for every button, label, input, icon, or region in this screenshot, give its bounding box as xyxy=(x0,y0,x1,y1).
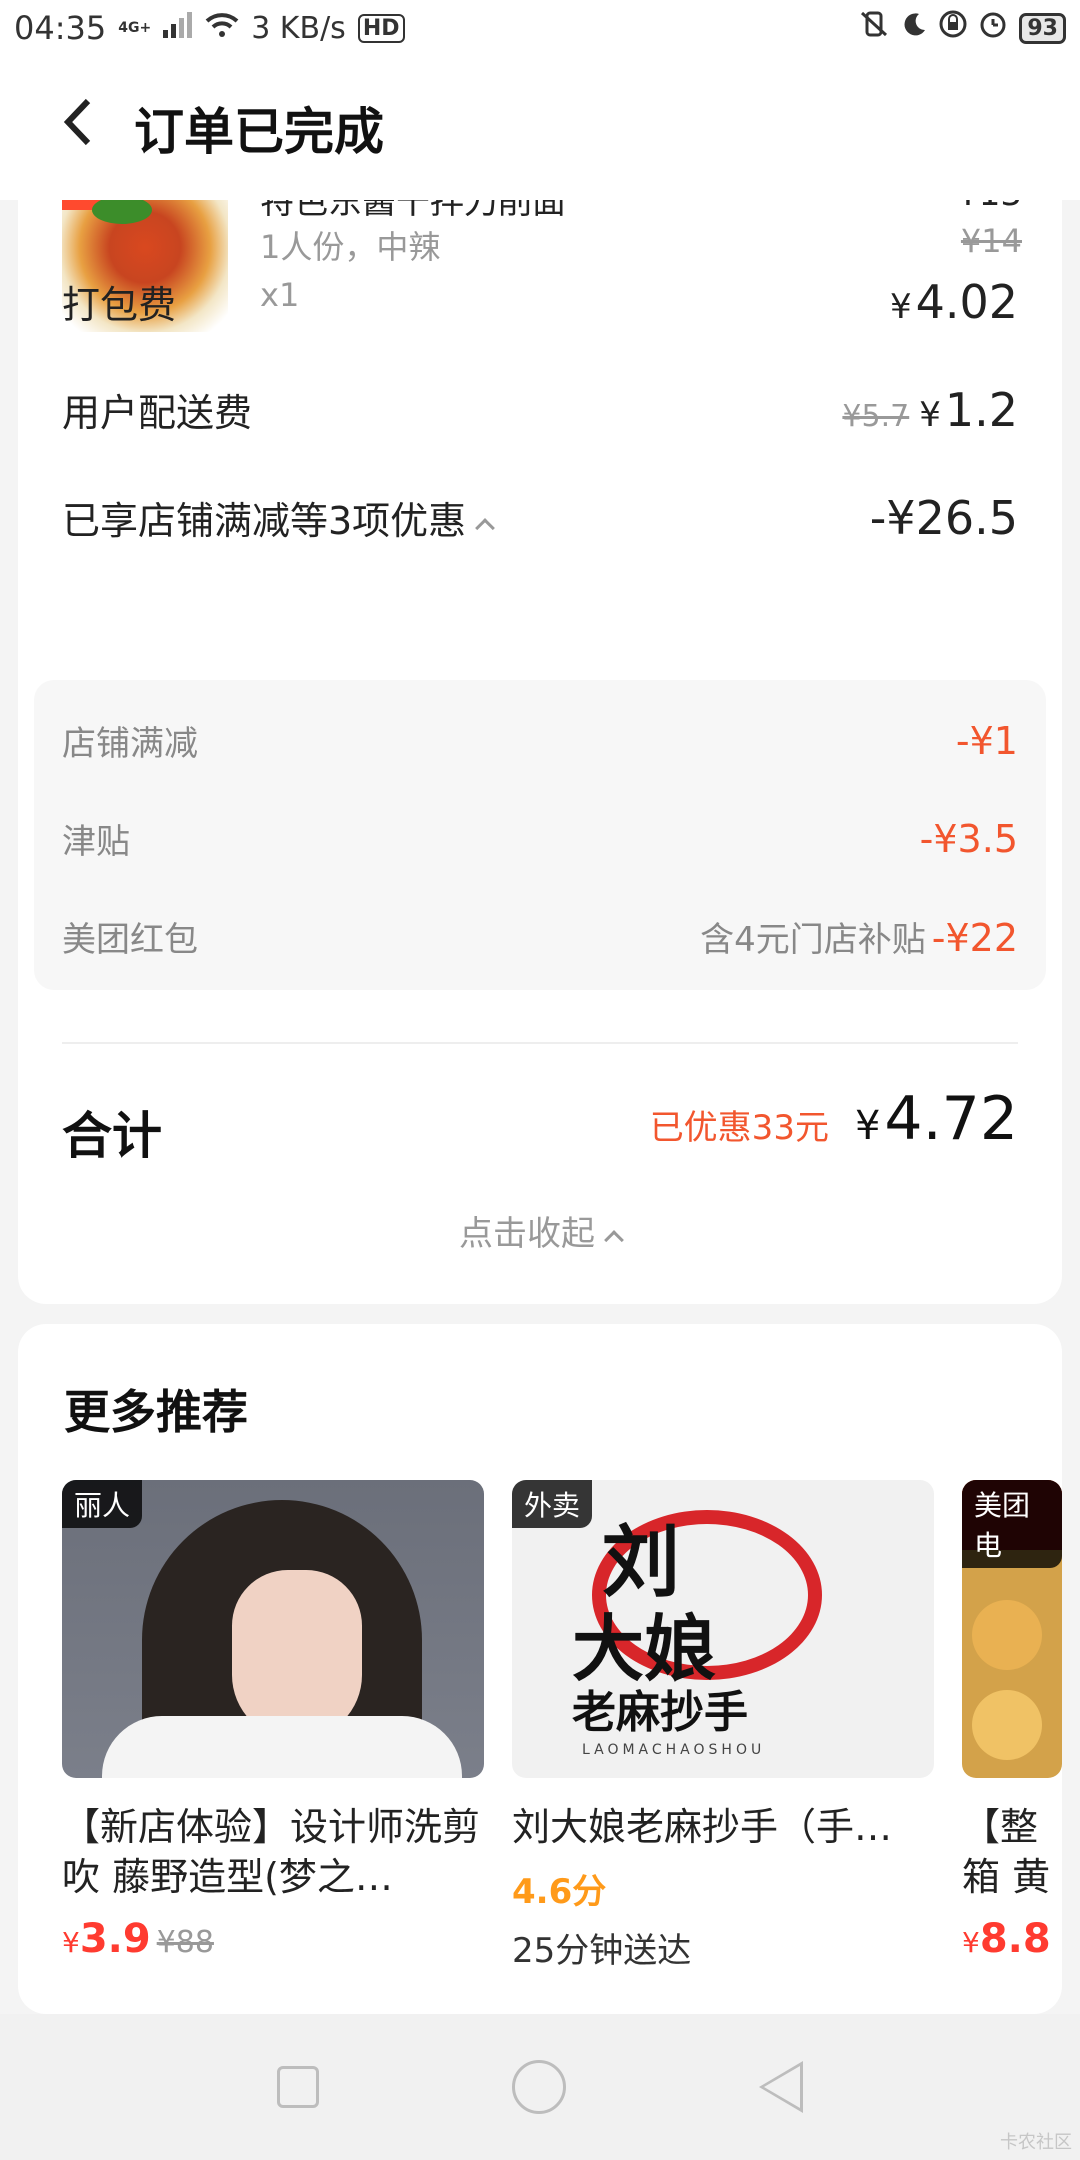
packing-fee-label: 打包费 xyxy=(62,283,177,327)
recommend-item[interactable]: 刘 大娘 老麻抄手 LAOMACHAOSHOU 外卖 刘大娘老麻抄手（手… 4.… xyxy=(512,1480,934,1972)
wifi-icon xyxy=(205,11,239,46)
total-amount: ¥4.72 xyxy=(855,1084,1018,1154)
image-pastry-shape xyxy=(972,1690,1042,1760)
system-nav-bar xyxy=(0,2014,1080,2160)
discount-value: -¥22 xyxy=(931,916,1018,960)
battery-icon: 93 xyxy=(1019,12,1066,44)
image-shirt-shape xyxy=(102,1716,462,1778)
yen-symbol: ¥ xyxy=(62,1926,80,1959)
watermark: 卡农社区 xyxy=(1000,2132,1072,2153)
product-price: ¥13 xyxy=(957,200,1022,214)
total-label: 合计 xyxy=(62,1107,162,1165)
recommend-item-price: ¥ 8.8 xyxy=(962,1916,1062,1962)
delivery-fee-label: 用户配送费 xyxy=(62,391,253,435)
total-number: 4.72 xyxy=(884,1084,1018,1154)
signal-icon xyxy=(163,11,193,46)
recommend-item-image: 丽人 xyxy=(62,1480,484,1778)
discount-label: 店铺满减 xyxy=(62,724,198,764)
back-nav-button[interactable] xyxy=(759,2061,804,2113)
original-price: ¥88 xyxy=(156,1925,214,1960)
status-time: 04:35 xyxy=(14,9,107,47)
product-spec: 1人份，中辣 xyxy=(260,228,441,266)
chevron-left-icon xyxy=(63,98,91,145)
category-tag: 美团电 xyxy=(962,1480,1062,1568)
image-pastry-shape xyxy=(972,1600,1042,1670)
category-tag: 外卖 xyxy=(512,1480,593,1528)
recommend-item[interactable]: 丽人 【新店体验】设计师洗剪吹 藤野造型(梦之… ¥ 3.9 ¥88 xyxy=(62,1480,484,1962)
product-name: 特色东酱干拌刀削面 xyxy=(260,200,566,222)
discount-detail-panel: 店铺满减 -¥1 津贴 -¥3.5 美团红包 含4元门店补贴 -¥22 xyxy=(34,680,1046,990)
delivery-fee-value: ¥5.7 ¥1.2 xyxy=(842,383,1018,437)
image-face-shape xyxy=(232,1570,362,1740)
status-bar: 04:35 4G+ 3 KB/s HD 93 xyxy=(0,0,1080,56)
packing-fee-amount: 4.02 xyxy=(915,274,1018,329)
vibrate-off-icon xyxy=(859,10,889,46)
yen-symbol: ¥ xyxy=(889,286,912,327)
status-right: 93 xyxy=(859,10,1066,46)
rating: 4.6分 xyxy=(512,1872,607,1912)
total-value-group: 已优惠33元 ¥4.72 xyxy=(650,1084,1018,1154)
alarm-icon xyxy=(979,10,1007,46)
delivery-fee-amount: 1.2 xyxy=(944,382,1018,437)
collapse-button[interactable]: 点击收起 xyxy=(18,1206,1062,1255)
recommend-item-name: 【新店体验】设计师洗剪吹 藤野造型(梦之… xyxy=(62,1805,481,1899)
discount-row: 店铺满减 -¥1 xyxy=(62,716,1018,765)
recommend-item-image: 美团电 xyxy=(962,1480,1062,1778)
price-value: 8.8 xyxy=(979,1916,1051,1962)
yen-symbol: ¥ xyxy=(854,1103,881,1149)
home-button[interactable] xyxy=(511,2060,566,2114)
collapse-label: 点击收起 xyxy=(459,1214,595,1254)
yen-symbol: ¥ xyxy=(962,1926,980,1959)
page-title: 订单已完成 xyxy=(134,103,384,161)
recommend-item-name: 刘大娘老麻抄手（手… xyxy=(512,1805,893,1849)
packing-fee-value: ¥4.02 xyxy=(890,275,1018,329)
order-detail-card: 特色东酱干拌刀削面 1人份，中辣 x1 ¥13 ¥14 打包费 ¥4.02 用户… xyxy=(18,200,1062,1304)
discount-row: 津贴 -¥3.5 xyxy=(62,814,1018,863)
divider xyxy=(62,1042,1018,1044)
chevron-up-icon xyxy=(604,1229,624,1250)
recommend-item-image: 刘 大娘 老麻抄手 LAOMACHAOSHOU 外卖 xyxy=(512,1480,934,1778)
discount-label: 美团红包 xyxy=(62,920,198,960)
discount-summary-row[interactable]: 已享店铺满减等3项优惠 -¥26.5 xyxy=(62,490,1018,545)
recommend-item-price: ¥ 3.9 ¥88 xyxy=(62,1916,484,1962)
discount-row: 美团红包 含4元门店补贴 -¥22 xyxy=(62,912,1018,961)
category-tag: 丽人 xyxy=(62,1480,143,1528)
recommend-title: 更多推荐 xyxy=(64,1385,248,1439)
yen-symbol: ¥ xyxy=(919,394,941,435)
discount-value: -¥3.5 xyxy=(919,816,1018,861)
delivery-fee-row: 用户配送费 ¥5.7 ¥1.2 xyxy=(62,382,1018,437)
recommend-item-name: 【整箱 黄酥更 xyxy=(962,1805,1051,1899)
status-left: 04:35 4G+ 3 KB/s HD xyxy=(14,9,405,47)
delivery-time: 25分钟送达 xyxy=(512,1931,692,1971)
discount-note: 含4元门店补贴 xyxy=(700,920,926,960)
back-button[interactable] xyxy=(60,96,100,161)
moon-icon xyxy=(901,11,927,46)
delivery-fee-original: ¥5.7 xyxy=(842,398,910,434)
logo-subtitle: 老麻抄手 xyxy=(572,1687,748,1738)
price-value: 3.9 xyxy=(79,1916,151,1962)
discount-summary-text: 已享店铺满减等3项优惠 xyxy=(62,499,467,543)
hd-icon: HD xyxy=(357,13,405,43)
discount-value: -¥1 xyxy=(955,718,1018,763)
discount-value-group: 含4元门店补贴 -¥22 xyxy=(700,912,1018,961)
chevron-up-icon xyxy=(475,517,496,538)
recent-apps-button[interactable] xyxy=(276,2066,319,2108)
saved-amount: 已优惠33元 xyxy=(649,1108,829,1148)
network-type: 4G+ xyxy=(118,20,152,36)
garnish-decoration xyxy=(92,200,152,224)
logo-pinyin: LAOMACHAOSHOU xyxy=(582,1742,766,1758)
discount-summary-label: 已享店铺满减等3项优惠 xyxy=(62,490,496,545)
recommend-item[interactable]: 美团电 【整箱 黄酥更 ¥ 8.8 xyxy=(962,1480,1062,1962)
recommend-section: 更多推荐 丽人 【新店体验】设计师洗剪吹 藤野造型(梦之… ¥ 3.9 ¥88 … xyxy=(18,1324,1062,2014)
product-original-price: ¥14 xyxy=(960,222,1022,260)
discount-summary-value: -¥26.5 xyxy=(869,490,1018,545)
network-speed: 3 KB/s xyxy=(251,10,346,46)
lock-rotation-icon xyxy=(939,10,967,46)
packing-fee-row: 打包费 ¥4.02 xyxy=(62,274,1018,329)
discount-label: 津贴 xyxy=(62,822,130,862)
top-nav-header: 订单已完成 xyxy=(0,56,1080,200)
